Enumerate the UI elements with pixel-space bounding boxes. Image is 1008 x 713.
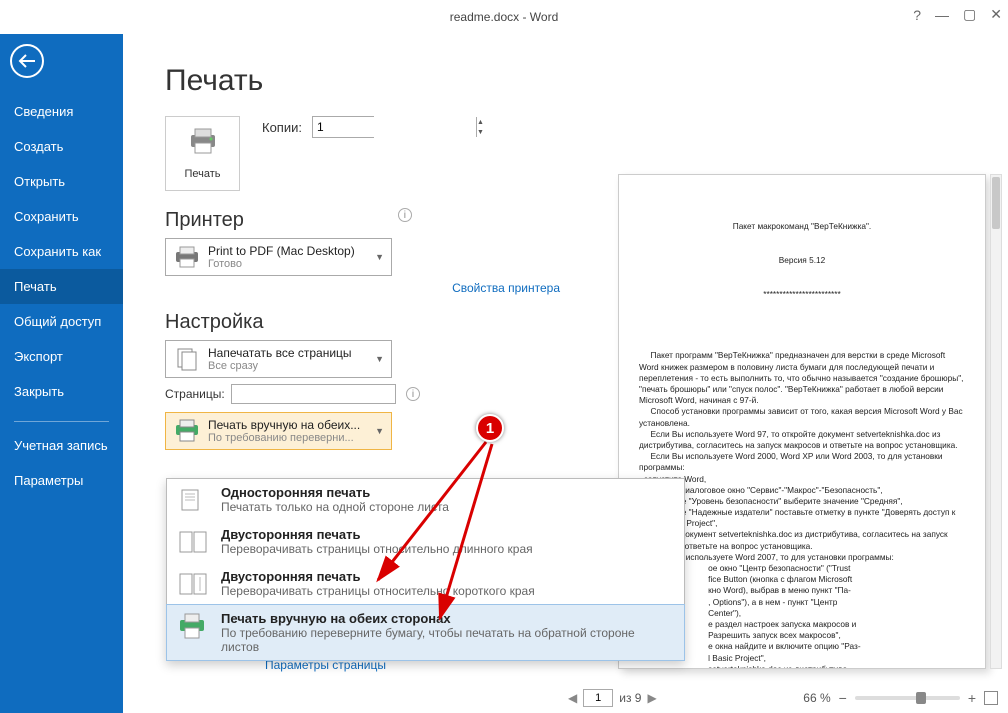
single-side-icon — [175, 485, 211, 515]
option-desc: По требованию переверните бумагу, чтобы … — [221, 626, 676, 654]
sidebar-item-save[interactable]: Сохранить — [0, 199, 123, 234]
duplex-long-icon — [175, 527, 211, 557]
chevron-down-icon: ▼ — [372, 426, 387, 436]
preview-line: ************************ — [639, 289, 965, 300]
duplex-title: Печать вручную на обеих... — [208, 418, 372, 432]
option-title: Печать вручную на обеих сторонах — [221, 611, 676, 626]
spinner-down-icon[interactable]: ▼ — [477, 127, 484, 137]
duplex-option-single[interactable]: Односторонняя печатьПечатать только на о… — [167, 479, 684, 521]
next-page-icon[interactable]: ▶ — [647, 691, 656, 705]
option-desc: Печатать только на одной стороне листа — [221, 500, 449, 514]
printer-dropdown[interactable]: Print to PDF (Mac Desktop) Готово ▼ — [165, 238, 392, 276]
sidebar-item-account[interactable]: Учетная запись — [0, 428, 123, 463]
sidebar-item-export[interactable]: Экспорт — [0, 339, 123, 374]
zoom-value: 66 % — [803, 691, 830, 705]
page-total: из 9 — [619, 691, 641, 705]
option-title: Односторонняя печать — [221, 485, 449, 500]
info-icon[interactable]: i — [406, 387, 420, 401]
duplex-dropdown[interactable]: Печать вручную на обеих... По требованию… — [165, 412, 392, 450]
sidebar-item-new[interactable]: Создать — [0, 129, 123, 164]
scope-dropdown[interactable]: Напечатать все страницы Все сразу ▼ — [165, 340, 392, 378]
print-button[interactable]: Печать — [165, 116, 240, 191]
duplex-subtitle: По требованию переверни... — [208, 432, 372, 444]
backstage-sidebar: Сведения Создать Открыть Сохранить Сохра… — [0, 34, 123, 713]
duplex-option-long-edge[interactable]: Двусторонняя печатьПереворачивать страни… — [167, 521, 684, 563]
copies-input[interactable] — [313, 117, 476, 137]
sidebar-item-close[interactable]: Закрыть — [0, 374, 123, 409]
option-desc: Переворачивать страницы относительно дли… — [221, 542, 533, 556]
titlebar: readme.docx - Word ? — ▢ ✕ — [0, 0, 1008, 34]
duplex-short-icon — [175, 569, 211, 599]
scrollbar-thumb[interactable] — [992, 177, 1000, 229]
preview-body: Пакет программ "ВерТеКнижка" предназначе… — [639, 350, 965, 669]
scope-title: Напечатать все страницы — [208, 346, 372, 360]
spinner-up-icon[interactable]: ▲ — [477, 117, 484, 127]
zoom-in-icon[interactable]: + — [968, 690, 976, 706]
fit-page-icon[interactable] — [984, 691, 998, 705]
option-title: Двусторонняя печать — [221, 569, 535, 584]
maximize-icon[interactable]: ▢ — [963, 6, 976, 23]
zoom-knob[interactable] — [916, 692, 926, 704]
printer-heading: Принтер — [165, 209, 244, 232]
sidebar-item-open[interactable]: Открыть — [0, 164, 123, 199]
sidebar-item-share[interactable]: Общий доступ — [0, 304, 123, 339]
zoom-out-icon[interactable]: − — [839, 690, 847, 706]
back-button[interactable] — [10, 44, 44, 78]
window-controls: ? — ▢ ✕ — [913, 6, 1002, 23]
printer-icon — [186, 127, 220, 162]
pages-icon — [172, 346, 202, 372]
window-title: readme.docx - Word — [450, 10, 559, 24]
printer-icon — [172, 244, 202, 270]
minimize-icon[interactable]: — — [935, 7, 949, 23]
copies-label: Копии: — [262, 120, 302, 135]
chevron-down-icon: ▼ — [372, 252, 387, 262]
sidebar-item-info[interactable]: Сведения — [0, 94, 123, 129]
duplex-option-manual[interactable]: Печать вручную на обеих сторонахПо требо… — [166, 604, 685, 661]
print-button-label: Печать — [184, 168, 220, 180]
prev-page-icon[interactable]: ◀ — [568, 691, 577, 705]
chevron-down-icon: ▼ — [372, 354, 387, 364]
printer-name: Print to PDF (Mac Desktop) — [208, 244, 372, 258]
sidebar-item-print[interactable]: Печать — [0, 269, 123, 304]
preview-footer: ◀ из 9 ▶ 66 % − + — [568, 689, 998, 707]
help-icon[interactable]: ? — [913, 7, 921, 23]
preview-line: Пакет макрокоманд "ВерТеКнижка". — [639, 221, 965, 232]
sidebar-item-options[interactable]: Параметры — [0, 463, 123, 498]
preview-line: Версия 5.12 — [639, 255, 965, 266]
option-title: Двусторонняя печать — [221, 527, 533, 542]
printer-status: Готово — [208, 258, 372, 270]
copies-spinner[interactable]: ▲▼ — [312, 116, 374, 138]
duplex-manual-icon — [175, 611, 211, 641]
page-number-input[interactable] — [583, 689, 613, 707]
sidebar-item-saveas[interactable]: Сохранить как — [0, 234, 123, 269]
duplex-option-short-edge[interactable]: Двусторонняя печатьПереворачивать страни… — [167, 563, 684, 605]
scope-subtitle: Все сразу — [208, 360, 372, 372]
close-icon[interactable]: ✕ — [990, 6, 1002, 23]
info-icon[interactable]: i — [398, 208, 412, 222]
sidebar-separator — [14, 421, 109, 422]
duplex-dropdown-panel: Односторонняя печатьПечатать только на о… — [166, 478, 685, 661]
pages-label: Страницы: — [165, 387, 225, 401]
annotation-marker: 1 — [476, 414, 504, 442]
option-desc: Переворачивать страницы относительно кор… — [221, 584, 535, 598]
printer-props-link[interactable]: Свойства принтера — [452, 281, 560, 295]
pages-input[interactable] — [231, 384, 396, 404]
preview-scrollbar[interactable] — [990, 174, 1002, 669]
zoom-slider[interactable] — [855, 696, 960, 700]
duplex-icon — [172, 418, 202, 444]
page-title: Печать — [165, 64, 986, 98]
